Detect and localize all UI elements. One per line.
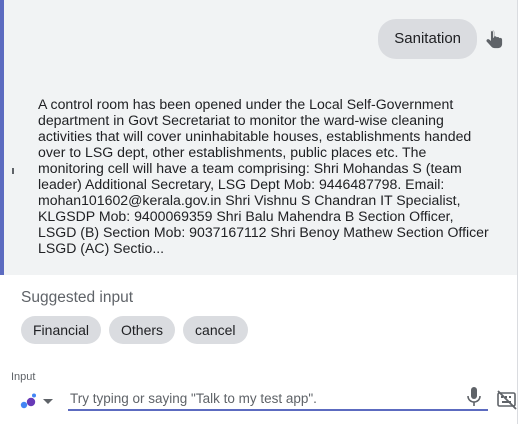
- simulator-panel: Sanitation A control room has been opene…: [0, 0, 518, 424]
- mic-icon[interactable]: [466, 386, 482, 408]
- input-area: Input: [0, 360, 517, 424]
- assistant-selector[interactable]: [19, 391, 59, 413]
- assistant-icon: [20, 393, 53, 409]
- input-label: Input: [11, 371, 36, 383]
- suggestion-chip-others[interactable]: Others: [109, 316, 176, 344]
- suggestion-chips: Financial Others cancel: [21, 316, 248, 344]
- user-message-bubble: Sanitation: [378, 19, 477, 59]
- side-marker: [12, 168, 14, 174]
- touch-icon: [485, 28, 505, 50]
- suggestions-title: Suggested input: [21, 289, 134, 306]
- suggestion-chip-cancel[interactable]: cancel: [183, 316, 248, 344]
- keyboard-off-icon[interactable]: [496, 389, 518, 411]
- suggestions-area: Suggested input Financial Others cancel: [0, 275, 517, 355]
- suggestion-chip-financial[interactable]: Financial: [21, 316, 102, 344]
- assistant-response: A control room has been opened under the…: [38, 96, 489, 256]
- conversation-area: Sanitation A control room has been opene…: [0, 0, 517, 275]
- user-message-row: Sanitation: [378, 19, 505, 59]
- input-field[interactable]: [68, 387, 488, 411]
